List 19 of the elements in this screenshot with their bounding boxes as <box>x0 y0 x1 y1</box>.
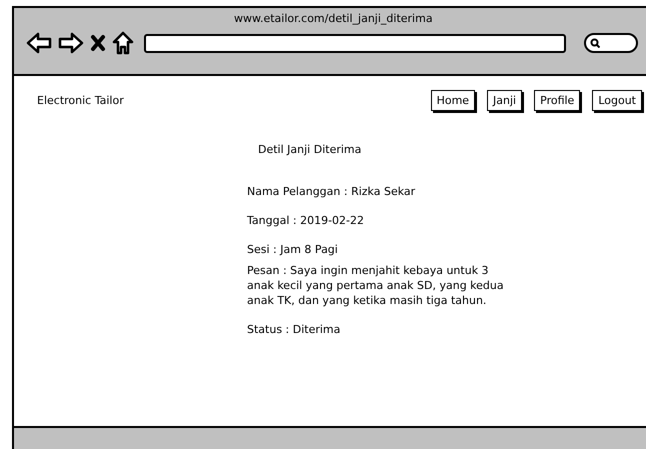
search-icon[interactable] <box>590 38 600 48</box>
detail-text: Nama Pelanggan : Rizka Sekar <box>247 184 416 199</box>
url-text: www.etailor.com/detil_janji_diterima <box>234 12 433 25</box>
search-field[interactable] <box>584 33 638 53</box>
home-icon[interactable] <box>112 31 134 55</box>
detail-text: Status : Diterima <box>247 322 342 337</box>
back-arrow-icon[interactable] <box>26 32 52 54</box>
nav-button[interactable]: Home <box>430 90 476 111</box>
nav-button[interactable]: Profile <box>534 90 580 111</box>
page-heading: Detil Janji Diterima <box>258 143 362 156</box>
address-field[interactable] <box>144 34 566 52</box>
detail-text: Pesan : Saya ingin menjahit kebaya untuk 3 anak kecil yang pertama anak SD, yang kedua anak TK, dan yang ketika masih tiga tahun. <box>247 263 505 308</box>
detail-text: Sesi : Jam 8 Pagi <box>247 242 339 257</box>
forward-arrow-icon[interactable] <box>58 32 84 54</box>
nav-button[interactable]: Janji <box>487 90 522 111</box>
close-icon[interactable] <box>90 34 106 52</box>
nav-button[interactable]: Logout <box>592 90 642 111</box>
site-title: Electronic Tailor <box>37 94 124 107</box>
detail-text: Tanggal : 2019-02-22 <box>247 213 365 228</box>
